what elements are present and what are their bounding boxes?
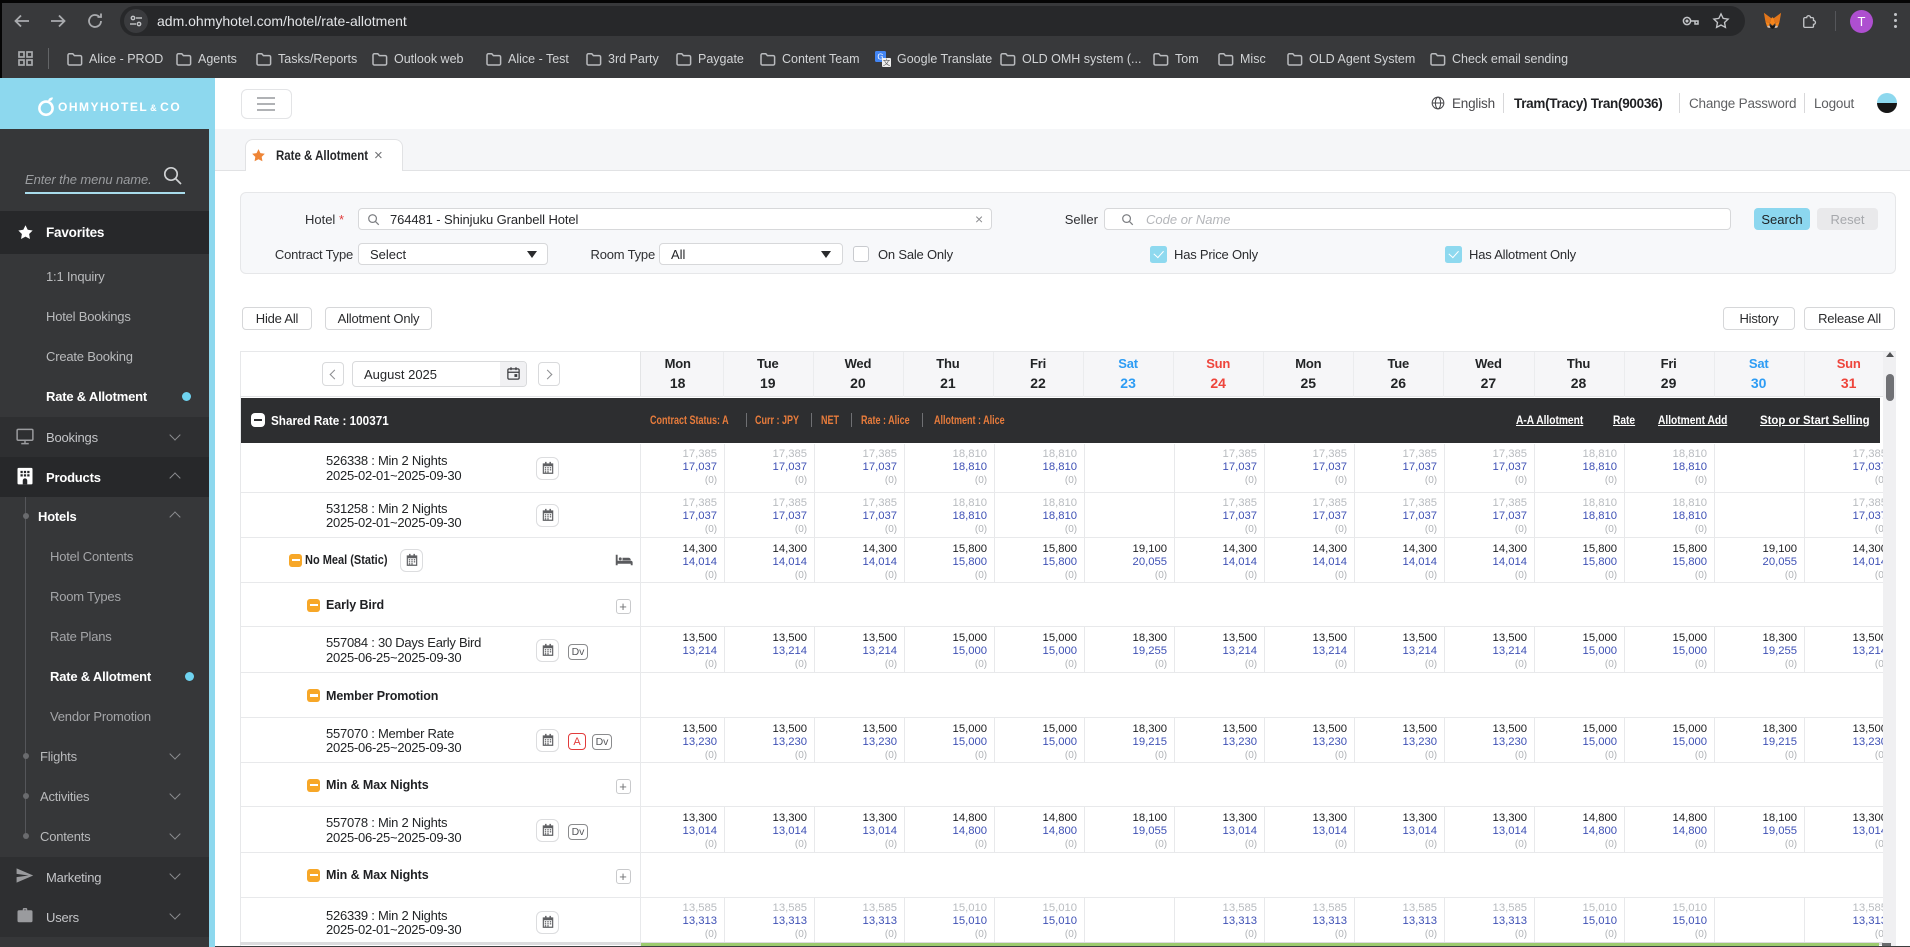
svg-text:文: 文 <box>883 57 891 67</box>
